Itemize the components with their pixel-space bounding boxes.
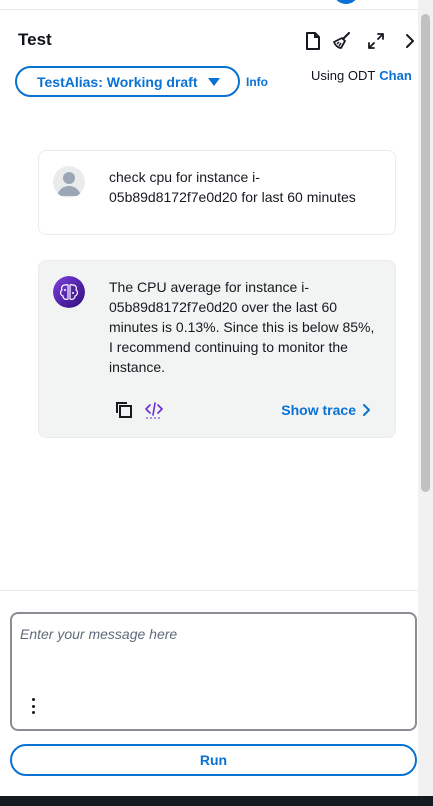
user-message-card: check cpu for instance i-05b89d8172f7e0d… <box>38 150 396 235</box>
agent-brain-icon <box>53 276 85 308</box>
alias-dropdown-button[interactable]: TestAlias: Working draft <box>15 66 240 97</box>
top-header-strip <box>0 0 433 10</box>
bottom-bar <box>0 796 433 806</box>
copy-icon[interactable] <box>115 401 133 419</box>
change-model-link[interactable]: Chan <box>379 68 412 83</box>
composer-divider <box>0 590 418 591</box>
show-trace-label: Show trace <box>281 402 356 418</box>
message-input[interactable] <box>18 622 409 688</box>
user-avatar-icon <box>53 166 85 198</box>
chevron-right-icon <box>363 404 370 416</box>
more-options-icon[interactable] <box>28 696 38 716</box>
panel-title: Test <box>18 30 52 49</box>
file-icon[interactable] <box>303 31 323 51</box>
bot-message-card: The CPU average for instance i-05b89d817… <box>38 260 396 438</box>
message-composer <box>10 612 417 731</box>
run-button[interactable]: Run <box>10 744 417 776</box>
using-model-label: Using ODT <box>311 68 376 83</box>
info-link[interactable]: Info <box>246 75 268 89</box>
broom-icon[interactable] <box>332 31 352 51</box>
expand-icon[interactable] <box>366 31 386 51</box>
using-model-text: Using ODT Chan <box>311 68 412 83</box>
show-trace-link[interactable]: Show trace <box>281 402 371 418</box>
vertical-scrollbar[interactable] <box>418 0 433 796</box>
chevron-right-icon[interactable] <box>400 31 420 51</box>
code-icon[interactable] <box>145 401 163 419</box>
user-avatar[interactable] <box>333 0 359 4</box>
bot-message-text: The CPU average for instance i-05b89d817… <box>109 279 375 375</box>
user-message-text: check cpu for instance i-05b89d8172f7e0d… <box>109 169 356 205</box>
bot-message-actions <box>115 401 163 419</box>
scrollbar-thumb[interactable] <box>421 14 430 492</box>
alias-dropdown-label: TestAlias: Working draft <box>37 73 198 90</box>
caret-down-icon <box>207 77 220 86</box>
